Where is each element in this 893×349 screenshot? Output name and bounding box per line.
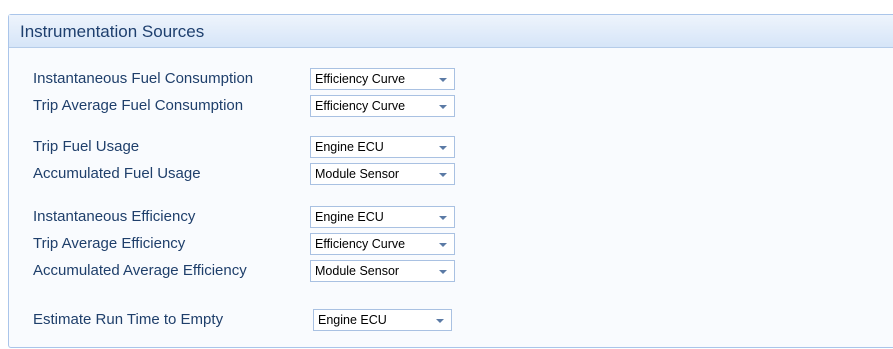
select-value: Module Sensor — [315, 167, 400, 181]
row-label: Trip Average Fuel Consumption — [33, 97, 244, 114]
select-value: Efficiency Curve — [315, 237, 406, 251]
chevron-down-icon[interactable] — [439, 216, 447, 220]
accumulated-average-efficiency-select[interactable]: Module Sensor — [310, 260, 455, 282]
instantaneous-efficiency-select[interactable]: Engine ECU — [310, 206, 455, 228]
panel-title: Instrumentation Sources — [20, 22, 205, 41]
chevron-down-icon[interactable] — [439, 146, 447, 150]
trip-fuel-usage-select[interactable]: Engine ECU — [310, 136, 455, 158]
trip-average-fuel-consumption-select[interactable]: Efficiency Curve — [310, 95, 455, 117]
select-value: Module Sensor — [315, 264, 400, 278]
select-value: Engine ECU — [315, 140, 384, 154]
accumulated-fuel-usage-select[interactable]: Module Sensor — [310, 163, 455, 185]
row-label: Accumulated Fuel Usage — [33, 165, 201, 182]
row-label: Trip Fuel Usage — [33, 138, 140, 155]
select-value: Efficiency Curve — [315, 72, 406, 86]
instrumentation-sources-panel: Instrumentation Sources Instantaneous Fu… — [8, 14, 893, 348]
select-value: Engine ECU — [315, 210, 384, 224]
chevron-down-icon[interactable] — [439, 243, 447, 247]
chevron-down-icon[interactable] — [439, 78, 447, 82]
estimate-run-time-to-empty-select[interactable]: Engine ECU — [313, 309, 452, 331]
chevron-down-icon[interactable] — [439, 105, 447, 109]
row-label: Instantaneous Fuel Consumption — [33, 70, 254, 87]
row-label: Accumulated Average Efficiency — [33, 262, 247, 279]
row-label: Estimate Run Time to Empty — [33, 311, 224, 328]
chevron-down-icon[interactable] — [439, 173, 447, 177]
instantaneous-fuel-consumption-select[interactable]: Efficiency Curve — [310, 68, 455, 90]
row-label: Instantaneous Efficiency — [33, 208, 196, 225]
row-label: Trip Average Efficiency — [33, 235, 186, 252]
select-value: Efficiency Curve — [315, 99, 406, 113]
trip-average-efficiency-select[interactable]: Efficiency Curve — [310, 233, 455, 255]
chevron-down-icon[interactable] — [439, 270, 447, 274]
chevron-down-icon[interactable] — [436, 319, 444, 323]
panel-header: Instrumentation Sources — [9, 15, 893, 48]
select-value: Engine ECU — [318, 313, 387, 327]
